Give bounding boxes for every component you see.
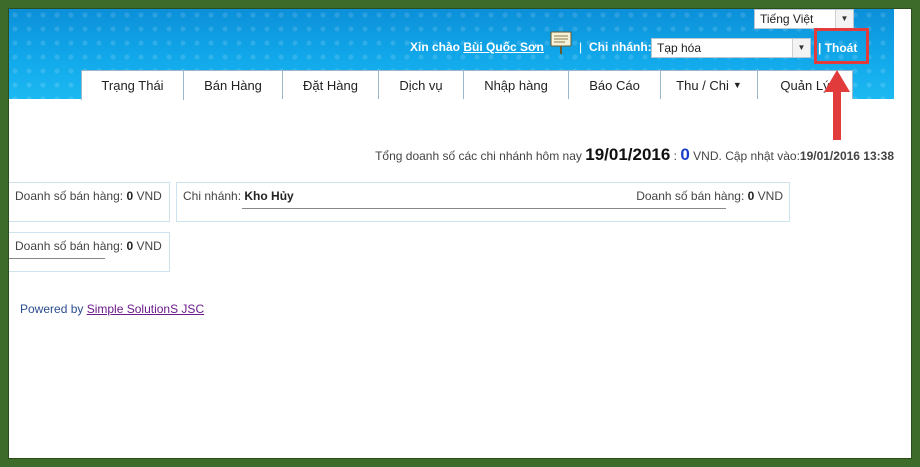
- tab-bao-cao[interactable]: Báo Cáo: [568, 70, 661, 99]
- card-sales: Doanh số bán hàng: 0 VND: [15, 189, 162, 203]
- card-sales-currency: VND: [136, 189, 162, 203]
- tab-dich-vu[interactable]: Dịch vụ: [378, 70, 464, 99]
- card-branch-value: Kho Hủy: [244, 189, 294, 203]
- summary-prefix: Tổng doanh số các chi nhánh hôm nay: [375, 149, 582, 163]
- tab-thu-chi[interactable]: Thu / Chi ▼: [660, 70, 758, 99]
- card-sales-label: Doanh số bán hàng:: [15, 189, 124, 203]
- footer-powered: Powered by Simple SolutionS JSC: [20, 302, 204, 316]
- chevron-down-icon: ▼: [835, 10, 853, 28]
- card-sales-label: Doanh số bán hàng:: [15, 239, 124, 253]
- language-value: Tiếng Việt: [760, 12, 814, 26]
- tab-label: Báo Cáo: [589, 77, 640, 93]
- tab-label: Dịch vụ: [399, 77, 443, 93]
- tab-dat-hang[interactable]: Đặt Hàng: [282, 70, 379, 99]
- branch-value: Tạp hóa: [657, 41, 702, 55]
- tab-label: Đặt Hàng: [303, 77, 358, 93]
- branch-label: Chi nhánh:: [589, 40, 652, 54]
- summary-colon: :: [673, 149, 678, 163]
- summary-date: 19/01/2016: [585, 145, 671, 164]
- header-separator: |: [579, 40, 583, 54]
- card-sales-value: 0: [747, 189, 755, 203]
- summary-update-label: Cập nhật vào:: [725, 149, 800, 163]
- card-branch: Chi nhánh: Kho Hủy: [183, 189, 294, 203]
- tab-label: Nhập hàng: [484, 77, 548, 93]
- tab-label: Thu / Chi: [676, 77, 729, 93]
- note-icon[interactable]: [549, 30, 573, 56]
- card-divider: [242, 208, 726, 209]
- arrow-up-icon: [824, 70, 850, 140]
- main-tabs: Trạng Thái Bán Hàng Đặt Hàng Dịch vụ Nhậ…: [81, 70, 853, 100]
- tab-label: Bán Hàng: [204, 77, 262, 93]
- company-link[interactable]: Simple SolutionS JSC: [87, 302, 204, 316]
- card-sales-currency: VND: [757, 189, 783, 203]
- card-divider: [9, 258, 105, 259]
- language-select[interactable]: Tiếng Việt ▼: [754, 9, 854, 29]
- powered-by-text: Powered by: [20, 302, 84, 316]
- tab-ban-hang[interactable]: Bán Hàng: [183, 70, 283, 99]
- card-branch-label: Chi nhánh:: [183, 189, 242, 203]
- chevron-down-icon: ▼: [792, 39, 810, 57]
- branch-card-3: Doanh số bán hàng: 0 VND: [8, 232, 170, 272]
- summary-update-time: 19/01/2016 13:38: [799, 149, 894, 163]
- branch-card-1: Doanh số bán hàng: 0 VND: [8, 182, 170, 222]
- logout-link[interactable]: | Thoát: [818, 41, 857, 55]
- summary-amount: 0: [680, 145, 690, 164]
- card-sales: Doanh số bán hàng: 0 VND: [15, 239, 162, 253]
- summary-currency: VND.: [693, 149, 722, 163]
- card-sales-label: Doanh số bán hàng:: [636, 189, 745, 203]
- branch-select[interactable]: Tạp hóa ▼: [651, 38, 811, 58]
- card-sales-value: 0: [126, 239, 134, 253]
- greeting-prefix: Xin chào: [410, 40, 461, 54]
- caret-down-icon: ▼: [732, 80, 742, 90]
- tab-label: Quản Lý: [780, 77, 830, 93]
- user-name-link[interactable]: Bùi Quốc Sơn: [463, 40, 544, 54]
- tab-label: Trạng Thái: [101, 78, 164, 93]
- card-sales: Doanh số bán hàng: 0 VND: [636, 189, 783, 203]
- greeting: Xin chào Bùi Quốc Sơn: [410, 40, 544, 54]
- branch-card-2: Chi nhánh: Kho Hủy Doanh số bán hàng: 0 …: [176, 182, 790, 222]
- sales-summary: Tổng doanh số các chi nhánh hôm nay 19/0…: [375, 145, 894, 165]
- card-sales-currency: VND: [136, 239, 162, 253]
- tab-nhap-hang[interactable]: Nhập hàng: [463, 70, 569, 99]
- tab-trang-thai[interactable]: Trạng Thái: [81, 70, 184, 100]
- card-sales-value: 0: [126, 189, 134, 203]
